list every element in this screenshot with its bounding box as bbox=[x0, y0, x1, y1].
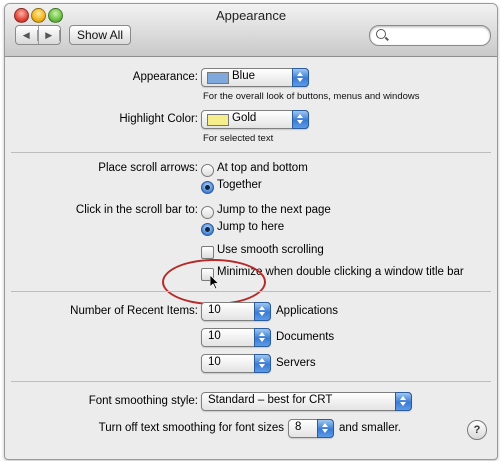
appearance-note: For the overall look of buttons, menus a… bbox=[203, 91, 420, 102]
popup-arrows-icon bbox=[395, 392, 412, 411]
highlight-label: Highlight Color: bbox=[119, 113, 198, 125]
radio-jump-here[interactable] bbox=[201, 223, 214, 236]
recent-documents-popup[interactable]: 10 bbox=[201, 328, 271, 347]
appearance-label: Appearance: bbox=[132, 71, 198, 83]
checkbox-label: Use smooth scrolling bbox=[217, 244, 324, 256]
documents-label: Documents bbox=[276, 331, 335, 343]
recent-applications-popup[interactable]: 10 bbox=[201, 302, 271, 321]
recent-items-label: Number of Recent Items: bbox=[70, 305, 198, 317]
popup-arrows-icon bbox=[254, 328, 271, 347]
search-field[interactable] bbox=[369, 25, 491, 46]
radio-label: Jump to here bbox=[217, 221, 285, 233]
highlight-value: Gold bbox=[232, 112, 257, 124]
gold-swatch bbox=[207, 114, 229, 126]
highlight-note: For selected text bbox=[203, 133, 274, 144]
right-arrow-icon: ▶ bbox=[39, 29, 60, 41]
preferences-window: Appearance ◀ ▶ Show All Appearance: Blue… bbox=[4, 3, 498, 460]
text-smoothing-size-popup[interactable]: 8 bbox=[288, 419, 334, 438]
window-title: Appearance bbox=[215, 8, 287, 23]
help-button[interactable]: ? bbox=[467, 420, 487, 440]
divider bbox=[11, 152, 491, 153]
recent-servers-popup[interactable]: 10 bbox=[201, 354, 271, 373]
font-smoothing-label: Font smoothing style: bbox=[88, 395, 198, 407]
appearance-value: Blue bbox=[232, 70, 256, 82]
divider bbox=[11, 291, 491, 292]
divider bbox=[11, 381, 491, 382]
text-smoothing-label: Turn off text smoothing for font sizes bbox=[98, 422, 284, 434]
popup-arrows-icon bbox=[254, 354, 271, 373]
title-bar: Appearance ◀ ▶ Show All bbox=[5, 4, 497, 57]
highlight-popup[interactable]: Gold bbox=[201, 110, 309, 129]
and-smaller-label: and smaller. bbox=[339, 422, 402, 434]
left-arrow-icon: ◀ bbox=[16, 29, 38, 41]
scroll-click-label: Click in the scroll bar to: bbox=[75, 204, 198, 216]
recent-applications-value: 10 bbox=[208, 304, 221, 316]
font-smoothing-value: Standard – best for CRT bbox=[208, 394, 333, 406]
radio-label: Together bbox=[217, 179, 262, 191]
search-icon bbox=[376, 29, 386, 39]
forward-button[interactable]: ▶ bbox=[39, 26, 60, 44]
radio-at-top-and-bottom[interactable] bbox=[201, 164, 214, 177]
text-smoothing-size-value: 8 bbox=[295, 421, 302, 433]
appearance-popup[interactable]: Blue bbox=[201, 68, 309, 87]
radio-label: Jump to the next page bbox=[217, 204, 331, 216]
scroll-arrows-label: Place scroll arrows: bbox=[98, 162, 198, 174]
font-smoothing-popup[interactable]: Standard – best for CRT bbox=[201, 392, 412, 411]
radio-label: At top and bottom bbox=[217, 162, 308, 174]
search-input[interactable] bbox=[390, 28, 486, 44]
popup-arrows-icon bbox=[317, 419, 334, 438]
popup-arrows-icon bbox=[254, 302, 271, 321]
popup-arrows-icon bbox=[292, 68, 309, 87]
back-button[interactable]: ◀ bbox=[16, 26, 39, 44]
back-forward-control: ◀ ▶ bbox=[15, 25, 61, 45]
radio-together[interactable] bbox=[201, 181, 214, 194]
popup-arrows-icon bbox=[292, 110, 309, 129]
smooth-scrolling-checkbox[interactable] bbox=[201, 246, 214, 259]
show-all-button[interactable]: Show All bbox=[69, 25, 131, 45]
applications-label: Applications bbox=[276, 305, 339, 317]
recent-documents-value: 10 bbox=[208, 330, 221, 342]
blue-swatch bbox=[207, 72, 229, 84]
mouse-pointer-icon bbox=[210, 275, 220, 290]
servers-label: Servers bbox=[276, 357, 316, 369]
radio-jump-next-page[interactable] bbox=[201, 206, 214, 219]
recent-servers-value: 10 bbox=[208, 356, 221, 368]
